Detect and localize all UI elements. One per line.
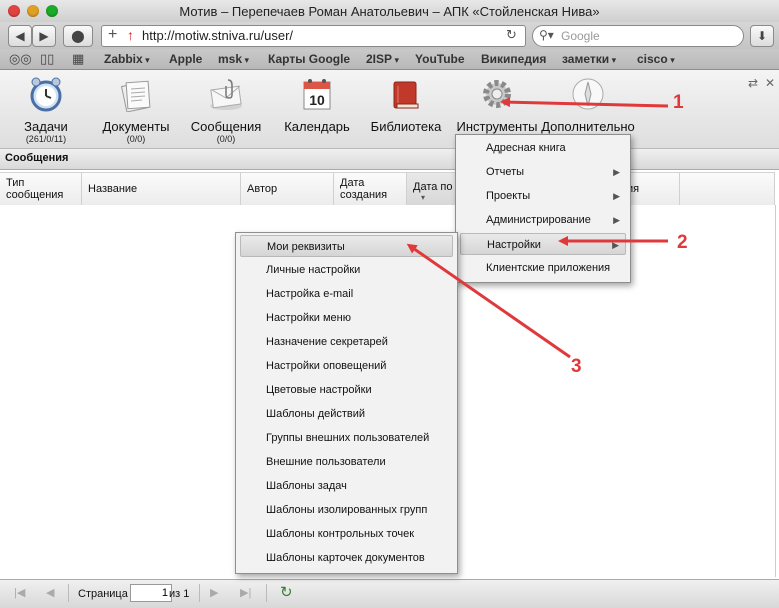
annotation-number-2: 2 [677,232,688,253]
annotation-number-1: 1 [673,92,684,113]
annotation-arrow-1 [500,97,669,108]
annotation-arrow-3 [406,243,571,359]
annotation-number-3: 3 [571,356,582,377]
annotation-overlay [406,97,669,359]
